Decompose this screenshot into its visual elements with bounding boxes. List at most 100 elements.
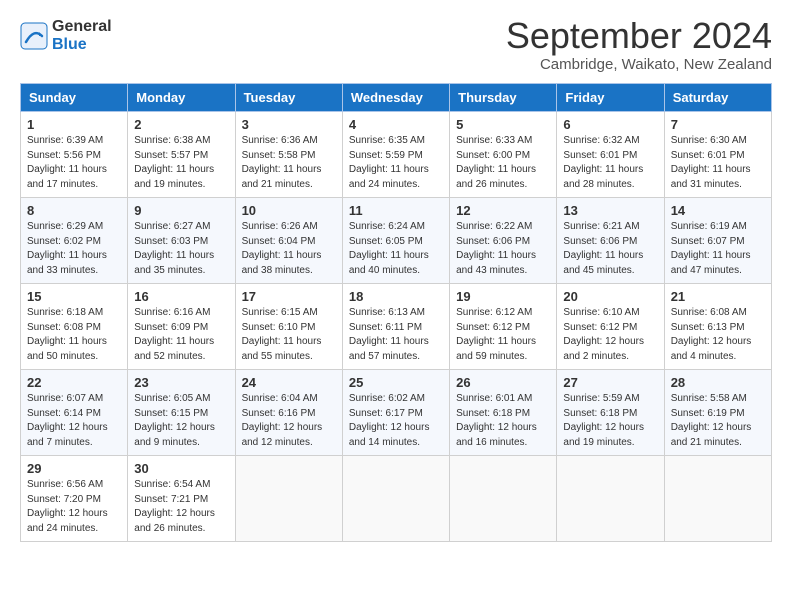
calendar-cell: 2Sunrise: 6:38 AM Sunset: 5:57 PM Daylig… — [128, 112, 235, 198]
month-title: September 2024 — [506, 18, 772, 54]
logo-general: General — [52, 18, 112, 36]
day-number: 17 — [242, 289, 336, 304]
day-number: 29 — [27, 461, 121, 476]
day-number: 22 — [27, 375, 121, 390]
header: General Blue September 2024 Cambridge, W… — [20, 18, 772, 73]
calendar-day-header: Thursday — [450, 84, 557, 112]
calendar-cell: 25 Sunrise: 6:02 AM Sunset: 6:17 PM Dayli… — [342, 370, 449, 456]
calendar-cell: 4Sunrise: 6:35 AM Sunset: 5:59 PM Daylig… — [342, 112, 449, 198]
day-number: 12 — [456, 203, 550, 218]
day-info: Sunrise: 6:08 AM Sunset: 6:13 PM Dayligh… — [671, 306, 765, 364]
day-number: 1 — [27, 117, 121, 132]
calendar-cell: 15 Sunrise: 6:18 AM Sunset: 6:08 PM Dayli… — [21, 284, 128, 370]
day-number: 3 — [242, 117, 336, 132]
day-info: Sunrise: 6:21 AM Sunset: 6:06 PM Dayligh… — [563, 220, 657, 278]
calendar-cell: 29 Sunrise: 6:56 AM Sunset: 7:20 PM Dayli… — [21, 456, 128, 542]
calendar-cell: 1 Sunrise: 6:39 AM Sunset: 5:56 PM Daylig… — [21, 112, 128, 198]
calendar-cell: 20 Sunrise: 6:10 AM Sunset: 6:12 PM Dayli… — [557, 284, 664, 370]
day-info: Sunrise: 6:36 AM Sunset: 5:58 PM Dayligh… — [242, 134, 336, 192]
calendar-cell: 26Sunrise: 6:01 AM Sunset: 6:18 PM Dayli… — [450, 370, 557, 456]
calendar-cell: 11Sunrise: 6:24 AM Sunset: 6:05 PM Dayli… — [342, 198, 449, 284]
calendar-cell: 23 Sunrise: 6:05 AM Sunset: 6:15 PM Dayli… — [128, 370, 235, 456]
day-info: Sunrise: 6:12 AM Sunset: 6:12 PM Dayligh… — [456, 306, 550, 364]
calendar-cell: 28 Sunrise: 5:58 AM Sunset: 6:19 PM Dayli… — [664, 370, 771, 456]
calendar-cell: 16 Sunrise: 6:16 AM Sunset: 6:09 PM Dayli… — [128, 284, 235, 370]
day-info: Sunrise: 6:05 AM Sunset: 6:15 PM Dayligh… — [134, 392, 228, 450]
calendar-day-header: Monday — [128, 84, 235, 112]
calendar-day-header: Saturday — [664, 84, 771, 112]
day-number: 6 — [563, 117, 657, 132]
day-info: Sunrise: 6:18 AM Sunset: 6:08 PM Dayligh… — [27, 306, 121, 364]
calendar-day-header: Tuesday — [235, 84, 342, 112]
day-info: Sunrise: 6:39 AM Sunset: 5:56 PM Dayligh… — [27, 134, 121, 192]
calendar-cell: 18Sunrise: 6:13 AM Sunset: 6:11 PM Dayli… — [342, 284, 449, 370]
calendar-cell: 27Sunrise: 5:59 AM Sunset: 6:18 PM Dayli… — [557, 370, 664, 456]
logo: General Blue — [20, 18, 112, 53]
calendar-cell — [450, 456, 557, 542]
day-info: Sunrise: 6:22 AM Sunset: 6:06 PM Dayligh… — [456, 220, 550, 278]
day-number: 28 — [671, 375, 765, 390]
calendar-cell: 5 Sunrise: 6:33 AM Sunset: 6:00 PM Daylig… — [450, 112, 557, 198]
calendar-cell: 7 Sunrise: 6:30 AM Sunset: 6:01 PM Daylig… — [664, 112, 771, 198]
day-info: Sunrise: 5:58 AM Sunset: 6:19 PM Dayligh… — [671, 392, 765, 450]
day-info: Sunrise: 6:54 AM Sunset: 7:21 PM Dayligh… — [134, 478, 228, 536]
day-info: Sunrise: 6:32 AM Sunset: 6:01 PM Dayligh… — [563, 134, 657, 192]
calendar-cell: 17 Sunrise: 6:15 AM Sunset: 6:10 PM Dayli… — [235, 284, 342, 370]
day-info: Sunrise: 6:33 AM Sunset: 6:00 PM Dayligh… — [456, 134, 550, 192]
day-number: 16 — [134, 289, 228, 304]
title-block: September 2024 Cambridge, Waikato, New Z… — [506, 18, 772, 73]
calendar-cell: 10Sunrise: 6:26 AM Sunset: 6:04 PM Dayli… — [235, 198, 342, 284]
day-info: Sunrise: 6:10 AM Sunset: 6:12 PM Dayligh… — [563, 306, 657, 364]
day-info: Sunrise: 5:59 AM Sunset: 6:18 PM Dayligh… — [563, 392, 657, 450]
calendar-cell — [342, 456, 449, 542]
day-info: Sunrise: 6:15 AM Sunset: 6:10 PM Dayligh… — [242, 306, 336, 364]
calendar-week-row: 29 Sunrise: 6:56 AM Sunset: 7:20 PM Dayli… — [21, 456, 772, 542]
day-number: 9 — [134, 203, 228, 218]
day-info: Sunrise: 6:07 AM Sunset: 6:14 PM Dayligh… — [27, 392, 121, 450]
day-number: 23 — [134, 375, 228, 390]
day-number: 20 — [563, 289, 657, 304]
day-info: Sunrise: 6:27 AM Sunset: 6:03 PM Dayligh… — [134, 220, 228, 278]
day-number: 30 — [134, 461, 228, 476]
day-number: 15 — [27, 289, 121, 304]
calendar-cell: 12 Sunrise: 6:22 AM Sunset: 6:06 PM Dayli… — [450, 198, 557, 284]
day-number: 18 — [349, 289, 443, 304]
day-number: 21 — [671, 289, 765, 304]
day-number: 7 — [671, 117, 765, 132]
calendar-cell: 9 Sunrise: 6:27 AM Sunset: 6:03 PM Daylig… — [128, 198, 235, 284]
day-number: 13 — [563, 203, 657, 218]
calendar-week-row: 8 Sunrise: 6:29 AM Sunset: 6:02 PM Daylig… — [21, 198, 772, 284]
calendar-week-row: 1 Sunrise: 6:39 AM Sunset: 5:56 PM Daylig… — [21, 112, 772, 198]
day-info: Sunrise: 6:29 AM Sunset: 6:02 PM Dayligh… — [27, 220, 121, 278]
logo-icon — [20, 22, 48, 50]
calendar-cell: 19 Sunrise: 6:12 AM Sunset: 6:12 PM Dayli… — [450, 284, 557, 370]
day-info: Sunrise: 6:02 AM Sunset: 6:17 PM Dayligh… — [349, 392, 443, 450]
calendar-cell: 24Sunrise: 6:04 AM Sunset: 6:16 PM Dayli… — [235, 370, 342, 456]
day-number: 4 — [349, 117, 443, 132]
calendar-cell — [235, 456, 342, 542]
day-number: 26 — [456, 375, 550, 390]
calendar-cell: 3 Sunrise: 6:36 AM Sunset: 5:58 PM Daylig… — [235, 112, 342, 198]
calendar-cell — [664, 456, 771, 542]
day-number: 24 — [242, 375, 336, 390]
calendar-cell: 14Sunrise: 6:19 AM Sunset: 6:07 PM Dayli… — [664, 198, 771, 284]
location: Cambridge, Waikato, New Zealand — [506, 56, 772, 73]
calendar-table: SundayMondayTuesdayWednesdayThursdayFrid… — [20, 83, 772, 542]
day-info: Sunrise: 6:56 AM Sunset: 7:20 PM Dayligh… — [27, 478, 121, 536]
day-info: Sunrise: 6:16 AM Sunset: 6:09 PM Dayligh… — [134, 306, 228, 364]
day-number: 14 — [671, 203, 765, 218]
page: General Blue September 2024 Cambridge, W… — [0, 0, 792, 560]
calendar-cell: 22 Sunrise: 6:07 AM Sunset: 6:14 PM Dayli… — [21, 370, 128, 456]
day-number: 25 — [349, 375, 443, 390]
calendar-cell: 13 Sunrise: 6:21 AM Sunset: 6:06 PM Dayli… — [557, 198, 664, 284]
calendar-day-header: Friday — [557, 84, 664, 112]
day-number: 19 — [456, 289, 550, 304]
calendar-cell: 8 Sunrise: 6:29 AM Sunset: 6:02 PM Daylig… — [21, 198, 128, 284]
day-info: Sunrise: 6:26 AM Sunset: 6:04 PM Dayligh… — [242, 220, 336, 278]
day-number: 5 — [456, 117, 550, 132]
day-number: 8 — [27, 203, 121, 218]
calendar-day-header: Wednesday — [342, 84, 449, 112]
calendar-day-header: Sunday — [21, 84, 128, 112]
calendar-header-row: SundayMondayTuesdayWednesdayThursdayFrid… — [21, 84, 772, 112]
day-info: Sunrise: 6:30 AM Sunset: 6:01 PM Dayligh… — [671, 134, 765, 192]
